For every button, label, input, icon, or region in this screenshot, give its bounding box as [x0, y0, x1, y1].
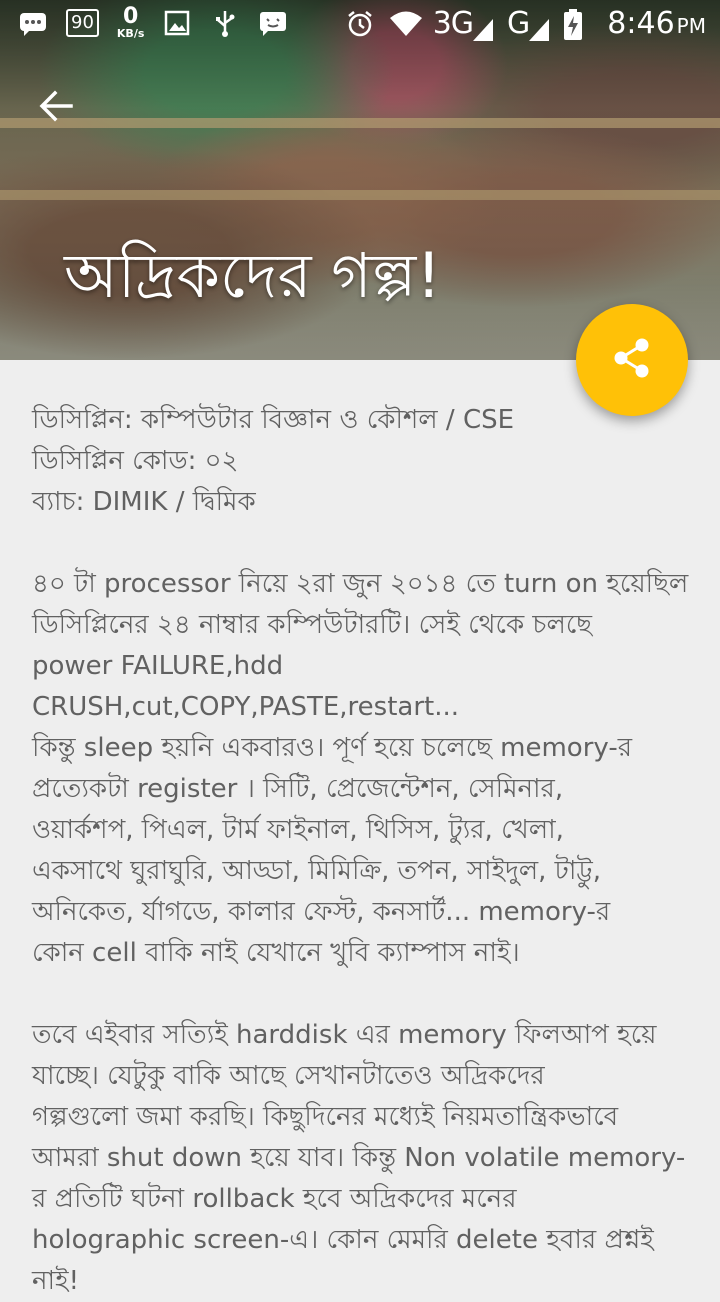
text-line: যাচ্ছে। যেটুকু বাকি আছে সেখানটাতেও অদ্রি… — [32, 1061, 545, 1091]
paragraph-2: তবে এইবার সত্যিই harddisk এর memory ফিলআ… — [32, 1015, 692, 1302]
net-speed-value: 0 — [122, 4, 139, 29]
signal-bars-icon — [473, 19, 494, 41]
arrow-back-icon — [38, 88, 74, 128]
paragraph-1: ৪০ টা processor নিয়ে ২রা জুন ২০১৪ তে tu… — [32, 564, 692, 974]
signal-3g: 3G — [432, 6, 494, 41]
text-line: power FAILURE,hdd CRUSH,cut,COPY,PASTE,r… — [32, 651, 460, 722]
battery-charging-icon — [563, 8, 593, 40]
alarm-icon — [345, 9, 375, 39]
data-saver-label: 90 — [71, 12, 94, 33]
batch-line: ব্যাচ: DIMIK / দ্বিমিক — [32, 487, 256, 517]
share-icon — [610, 336, 654, 384]
text-line: গল্পগুলো জমা করছি। কিছুদিনের মধ্যেই নিয়… — [32, 1102, 619, 1132]
page-title: অদ্রিকদের গল্প! — [64, 239, 442, 312]
wifi-icon — [389, 9, 422, 39]
status-bar: 90 0 KB/s 3G G 8:46 PM — [0, 0, 720, 50]
text-line: কোন cell বাকি নাই যেখানে খুবি ক্যাম্পাস … — [32, 938, 520, 968]
text-line: অনিকেত, র্যাগডে, কালার ফেস্ট, কনসার্ট...… — [32, 897, 611, 927]
clock: 8:46 PM — [607, 6, 706, 41]
text-line: ওয়ার্কশপ, পিএল, টার্ম ফাইনাল, থিসিস, ট্… — [32, 815, 564, 845]
text-line: কিন্তু sleep হয়নি একবারও। পূর্ণ হয়ে চল… — [32, 733, 633, 763]
article-body: ডিসিপ্লিন: কম্পিউটার বিজ্ঞান ও কৌশল / CS… — [32, 400, 692, 1302]
text-line: নাই! — [32, 1266, 80, 1296]
meta-block: ডিসিপ্লিন: কম্পিউটার বিজ্ঞান ও কৌশল / CS… — [32, 400, 692, 523]
chat-bubble-icon — [18, 8, 48, 38]
text-line: একসাথে ঘুরাঘুরি, আড্ডা, মিমিক্রি, তপন, স… — [32, 856, 602, 886]
text-line: আমরা shut down হয়ে যাব। কিন্তু Non vola… — [32, 1143, 686, 1173]
back-button[interactable] — [30, 82, 82, 134]
network-g-label: G — [507, 6, 530, 41]
net-speed: 0 KB/s — [116, 4, 145, 40]
text-line: ডিসিপ্লিনের ২৪ নাম্বার কম্পিউটারটি। সেই … — [32, 610, 593, 640]
network-3g-label: 3G — [432, 6, 474, 41]
text-line: র প্রতিটি ঘটনা rollback হবে অদ্রিকদের মন… — [32, 1184, 517, 1214]
text-line: তবে এইবার সত্যিই harddisk এর memory ফিলআ… — [32, 1020, 657, 1050]
text-line: holographic screen-এ। কোন মেমরি delete হ… — [32, 1225, 654, 1255]
text-line: ৪০ টা processor নিয়ে ২রা জুন ২০১৪ তে tu… — [32, 569, 689, 599]
discipline-line: ডিসিপ্লিন: কম্পিউটার বিজ্ঞান ও কৌশল / CS… — [32, 405, 515, 435]
text-line: প্রত্যেকটা register । সিটি, প্রেজেন্টেশন… — [32, 774, 564, 804]
clock-ampm: PM — [676, 14, 706, 38]
header-image: অদ্রিকদের গল্প! — [0, 0, 720, 360]
image-icon — [162, 8, 192, 38]
clock-time: 8:46 — [607, 6, 675, 41]
net-speed-unit: KB/s — [116, 27, 145, 40]
discipline-code-line: ডিসিপ্লিন কোড: ০২ — [32, 446, 239, 476]
signal-g: G — [507, 6, 550, 41]
data-saver-icon: 90 — [66, 8, 99, 37]
signal-bars-icon — [529, 19, 550, 41]
usb-icon — [210, 8, 240, 38]
message-icon — [258, 8, 288, 38]
